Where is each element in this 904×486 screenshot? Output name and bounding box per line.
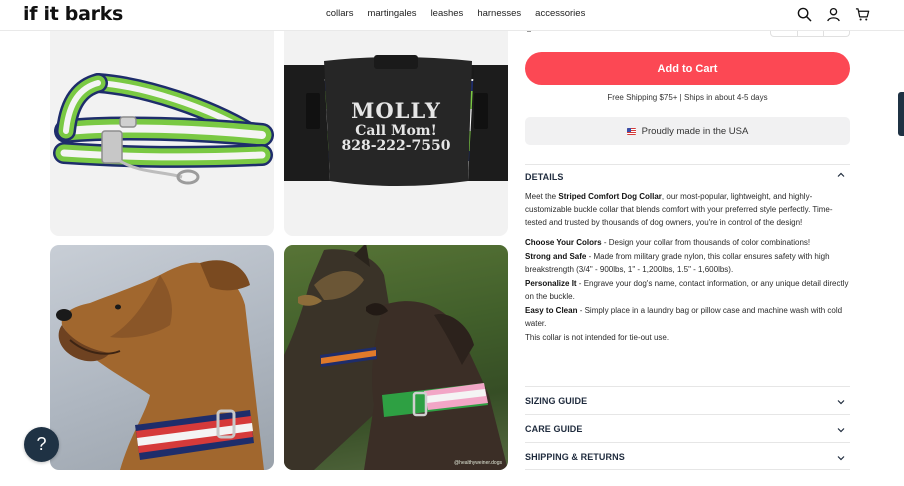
shipping-returns-heading[interactable]: SHIPPING & RETURNS: [525, 452, 625, 462]
product-image-terrier[interactable]: [50, 245, 274, 470]
divider: [525, 386, 850, 387]
side-tab[interactable]: [898, 92, 904, 136]
product-image-two-dogs[interactable]: @healthyweiner.dogs: [284, 245, 508, 470]
feature-label: Strong and Safe: [525, 252, 587, 261]
details-body: Meet the Striped Comfort Dog Collar, our…: [525, 190, 850, 351]
feature-label: Easy to Clean: [525, 306, 578, 315]
feature-text: - Design your collar from thousands of c…: [601, 238, 811, 247]
engraving-phone: 828-222-7550: [341, 138, 451, 154]
nav-leashes[interactable]: leashes: [431, 8, 464, 19]
feature-colors: Choose Your Colors - Design your collar …: [525, 236, 850, 249]
chevron-up-icon[interactable]: [836, 170, 846, 180]
sizing-guide-heading[interactable]: SIZING GUIDE: [525, 396, 587, 406]
nav-accessories[interactable]: accessories: [535, 8, 585, 19]
main-nav: collars martingales leashes harnesses ac…: [326, 8, 585, 19]
cart-icon[interactable]: [854, 6, 871, 23]
product-image-leash[interactable]: [50, 31, 274, 236]
site-logo[interactable]: if it barks: [23, 3, 123, 25]
care-guide-heading[interactable]: CARE GUIDE: [525, 424, 583, 434]
divider: [525, 164, 850, 165]
engraving-message: Call Mom!: [355, 123, 437, 139]
stepper-divider: [823, 31, 824, 37]
add-to-cart-button[interactable]: Add to Cart: [525, 52, 850, 85]
product-name: Striped Comfort Dog Collar: [558, 192, 662, 201]
chevron-down-icon[interactable]: [836, 453, 846, 463]
feature-personalize: Personalize It - Engrave your dog's name…: [525, 277, 850, 303]
details-heading[interactable]: DETAILS: [525, 172, 564, 182]
made-in-usa-text: Proudly made in the USA: [641, 125, 749, 137]
divider: [525, 469, 850, 470]
made-in-usa-banner: Proudly made in the USA: [525, 117, 850, 145]
help-chat-button[interactable]: ?: [24, 427, 59, 462]
engraving-name: MOLLY: [351, 98, 441, 123]
tie-out-note: This collar is not intended for tie-out …: [525, 333, 670, 342]
feature-label: Personalize It: [525, 279, 577, 288]
site-header: if it barks collars martingales leashes …: [0, 0, 904, 31]
us-flag-icon: [626, 127, 636, 135]
nav-harnesses[interactable]: harnesses: [477, 8, 521, 19]
feature-strength: Strong and Safe - Made from military gra…: [525, 250, 850, 276]
account-icon[interactable]: [825, 6, 842, 23]
nav-martingales[interactable]: martingales: [367, 8, 416, 19]
divider: [525, 414, 850, 415]
feature-clean: Easy to Clean - Simply place in a laundr…: [525, 304, 850, 330]
shipping-note: Free Shipping $75+ | Ships in about 4-5 …: [607, 93, 768, 102]
stepper-divider: [797, 31, 798, 37]
nav-collars[interactable]: collars: [326, 8, 353, 19]
chevron-down-icon[interactable]: [836, 425, 846, 435]
photo-credit: @healthyweiner.dogs: [454, 460, 502, 466]
intro-text: Meet the: [525, 192, 559, 201]
quantity-stepper[interactable]: [770, 31, 850, 37]
details-intro: Meet the Striped Comfort Dog Collar, our…: [525, 190, 850, 229]
feature-label: Choose Your Colors: [525, 238, 602, 247]
divider: [525, 442, 850, 443]
header-icons: [796, 6, 871, 23]
search-icon[interactable]: [796, 6, 813, 23]
chevron-down-icon[interactable]: [836, 397, 846, 407]
product-image-buckle[interactable]: MOLLY Call Mom! 828-222-7550: [284, 31, 508, 236]
